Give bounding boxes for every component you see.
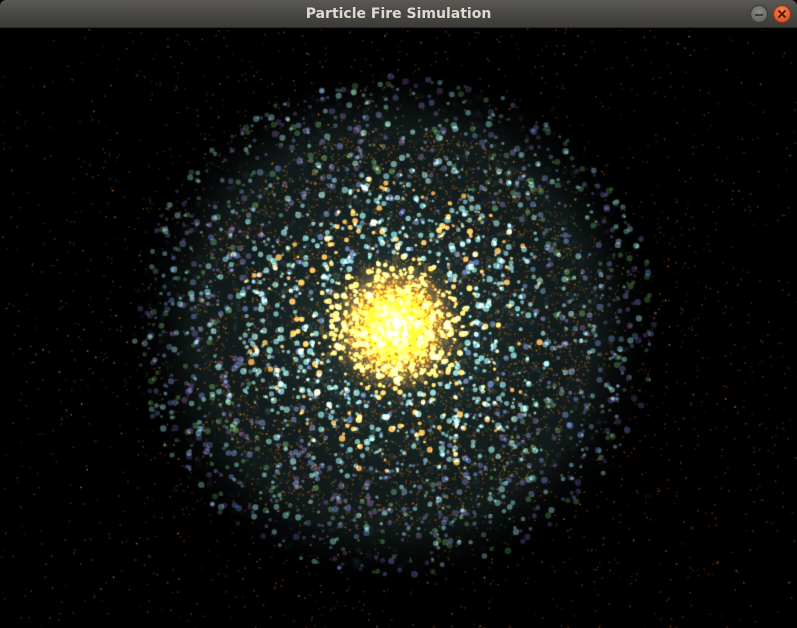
particle-canvas[interactable] (0, 28, 797, 628)
simulation-viewport[interactable] (0, 28, 797, 628)
close-icon (778, 10, 786, 18)
title-bar[interactable]: Particle Fire Simulation (0, 0, 797, 28)
app-window: Particle Fire Simulation (0, 0, 797, 628)
minimize-button[interactable] (750, 5, 768, 23)
close-button[interactable] (773, 5, 791, 23)
minimize-icon (755, 13, 763, 16)
window-title: Particle Fire Simulation (305, 6, 492, 22)
window-controls (750, 5, 791, 23)
